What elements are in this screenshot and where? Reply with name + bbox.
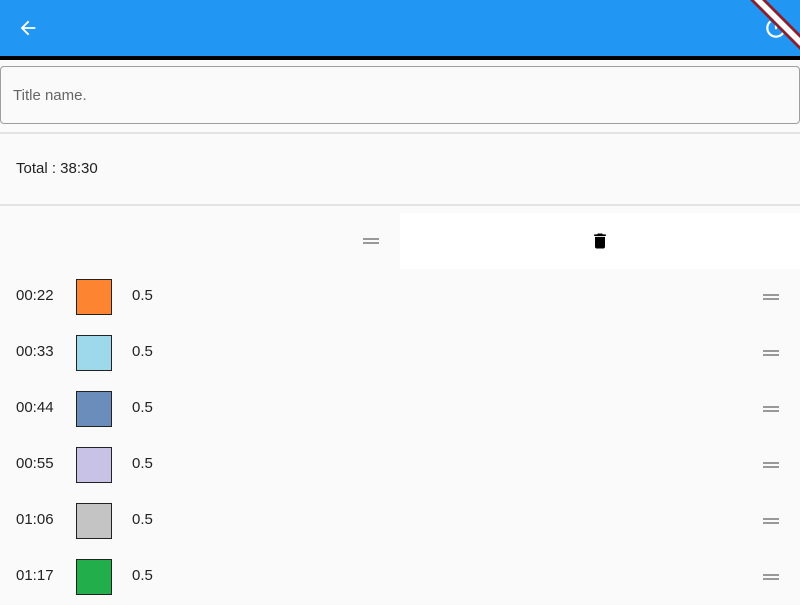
drag-handle-icon[interactable] bbox=[762, 512, 780, 530]
list-item[interactable]: 00:22 0.5 bbox=[0, 269, 800, 325]
item-value: 0.5 bbox=[132, 343, 153, 360]
item-value: 0.5 bbox=[132, 287, 153, 304]
color-swatch[interactable] bbox=[76, 447, 112, 483]
item-value: 0.5 bbox=[132, 455, 153, 472]
color-swatch[interactable] bbox=[76, 335, 112, 371]
item-time: 00:55 bbox=[16, 455, 54, 472]
list-item[interactable]: 00:55 0.5 bbox=[0, 437, 800, 493]
dismissing-list-item[interactable] bbox=[0, 213, 800, 269]
item-time: 01:17 bbox=[16, 567, 54, 584]
drag-handle-icon[interactable] bbox=[762, 400, 780, 418]
drag-handle-icon[interactable] bbox=[762, 344, 780, 362]
color-swatch[interactable] bbox=[76, 279, 112, 315]
color-swatch[interactable] bbox=[76, 559, 112, 595]
item-time: 00:22 bbox=[16, 287, 54, 304]
divider bbox=[0, 204, 800, 206]
arrow-back-icon bbox=[20, 20, 36, 36]
total-duration: Total : 38:30 bbox=[16, 160, 98, 177]
list-item[interactable]: 00:44 0.5 bbox=[0, 381, 800, 437]
delete-background bbox=[400, 213, 800, 269]
title-name-input[interactable] bbox=[0, 66, 800, 124]
color-swatch[interactable] bbox=[76, 391, 112, 427]
color-swatch[interactable] bbox=[76, 503, 112, 539]
list-item[interactable]: 01:17 0.5 bbox=[0, 549, 800, 605]
app-bar bbox=[0, 0, 800, 60]
item-time: 01:06 bbox=[16, 511, 54, 528]
power-button[interactable] bbox=[760, 12, 792, 44]
drag-handle-icon[interactable] bbox=[762, 456, 780, 474]
delete-icon bbox=[594, 233, 606, 249]
drag-handle-icon[interactable] bbox=[362, 232, 380, 250]
item-value: 0.5 bbox=[132, 567, 153, 584]
item-value: 0.5 bbox=[132, 399, 153, 416]
power-icon bbox=[766, 18, 786, 38]
list-item[interactable]: 00:33 0.5 bbox=[0, 325, 800, 381]
drag-handle-icon[interactable] bbox=[762, 288, 780, 306]
divider bbox=[0, 132, 800, 134]
item-time: 00:44 bbox=[16, 399, 54, 416]
drag-handle-icon[interactable] bbox=[762, 568, 780, 586]
list-item[interactable]: 01:06 0.5 bbox=[0, 493, 800, 549]
item-time: 00:33 bbox=[16, 343, 54, 360]
back-button[interactable] bbox=[14, 14, 42, 42]
item-value: 0.5 bbox=[132, 511, 153, 528]
